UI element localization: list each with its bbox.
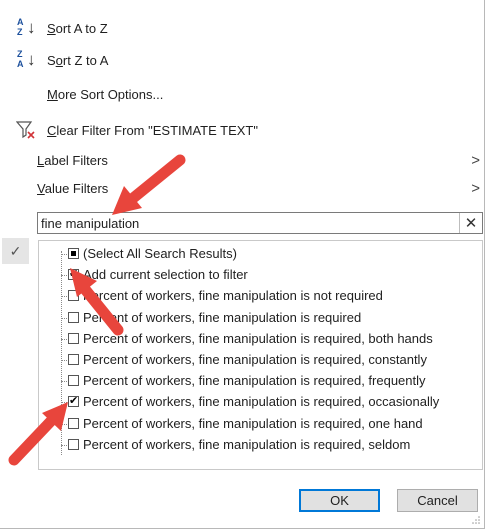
chevron-right-icon: > xyxy=(471,179,480,197)
sort-a-to-z-mnemonic: S xyxy=(47,20,56,36)
more-sort-text: ore Sort Options... xyxy=(57,86,164,102)
value-filters-label: Value Filters xyxy=(37,181,108,196)
label-filters-item[interactable]: Label Filters > xyxy=(0,147,486,173)
sort-z-to-a-mnemonic: o xyxy=(55,52,63,68)
clear-filter-icon xyxy=(15,120,38,140)
label-filters-label: Label Filters xyxy=(37,153,108,168)
filter-list-item-label: Percent of workers, fine manipulation is… xyxy=(83,352,427,367)
filter-list-item-label: Percent of workers, fine manipulation is… xyxy=(83,415,423,431)
checkbox[interactable] xyxy=(68,354,79,365)
filter-list-item-label: Percent of workers, fine manipulation is… xyxy=(83,330,433,346)
sort-z-to-a-pre: S xyxy=(47,52,56,68)
resize-grip-icon[interactable] xyxy=(472,516,480,524)
filter-list-item-label: Percent of workers, fine manipulation is… xyxy=(83,288,383,304)
checkbox[interactable] xyxy=(68,375,79,387)
checkbox[interactable] xyxy=(68,248,79,259)
sort-a-to-z-item[interactable]: AZ ↓ Sort A to Z xyxy=(0,15,486,41)
chevron-right-icon: > xyxy=(471,151,480,169)
checkbox[interactable]: ✔ xyxy=(68,269,79,281)
filter-list-item-label: Percent of workers, fine manipulation is… xyxy=(83,373,426,389)
checkbox[interactable] xyxy=(68,438,79,450)
filter-list-item-label: Percent of workers, fine manipulation is… xyxy=(83,436,411,452)
value-filters-item[interactable]: Value Filters > xyxy=(0,175,486,201)
sort-z-to-a-text: rt Z to A xyxy=(62,52,109,68)
value-filters-mnemonic: V xyxy=(37,180,45,196)
sort-a-to-z-label: Sort A to Z xyxy=(47,21,108,36)
sort-descending-icon: ZA ↓ xyxy=(17,49,36,69)
search-input[interactable] xyxy=(41,214,451,232)
filter-list-item-label: Add current selection to filter xyxy=(83,267,248,283)
sort-a-to-z-text: ort A to Z xyxy=(55,20,108,36)
checkbox[interactable] xyxy=(68,417,79,429)
sort-z-to-a-item[interactable]: ZA ↓ Sort Z to A xyxy=(0,47,486,73)
checkbox[interactable] xyxy=(68,332,79,344)
filter-value-list: (Select All Search Results) ✔ Add current … xyxy=(38,240,483,470)
clear-filter-label: Clear Filter From "ESTIMATE TEXT" xyxy=(47,123,258,138)
value-filters-text: alue Filters xyxy=(44,180,109,196)
more-sort-mnemonic: M xyxy=(47,86,58,102)
clear-filter-mnemonic: C xyxy=(47,122,57,138)
clear-search-icon[interactable]: ✕ xyxy=(459,213,482,233)
autofilter-dropdown: AZ ↓ Sort A to Z ZA ↓ Sort Z to A More S… xyxy=(0,0,485,529)
checkbox[interactable] xyxy=(68,290,79,302)
checkmark-icon: ✓ xyxy=(2,238,29,264)
filter-list-item-label: Percent of workers, fine manipulation is… xyxy=(83,394,440,410)
sort-ascending-icon: AZ ↓ xyxy=(17,17,36,37)
filter-list-item-label: Percent of workers, fine manipulation is… xyxy=(83,309,362,325)
checkbox[interactable] xyxy=(68,311,79,323)
clear-filter-item[interactable]: Clear Filter From "ESTIMATE TEXT" xyxy=(0,117,486,143)
ok-button[interactable]: OK xyxy=(299,489,380,512)
checkbox[interactable]: ✔ xyxy=(68,396,79,408)
filter-list-item-label: (Select All Search Results) xyxy=(83,246,237,261)
more-sort-options-label: More Sort Options... xyxy=(47,87,163,102)
search-box: ✕ xyxy=(37,212,483,234)
label-filters-text: abel Filters xyxy=(44,152,108,168)
clear-filter-text: lear Filter From "ESTIMATE TEXT" xyxy=(56,122,258,138)
cancel-button[interactable]: Cancel xyxy=(397,489,478,512)
sort-z-to-a-label: Sort Z to A xyxy=(47,53,108,68)
more-sort-options-item[interactable]: More Sort Options... xyxy=(0,81,486,107)
